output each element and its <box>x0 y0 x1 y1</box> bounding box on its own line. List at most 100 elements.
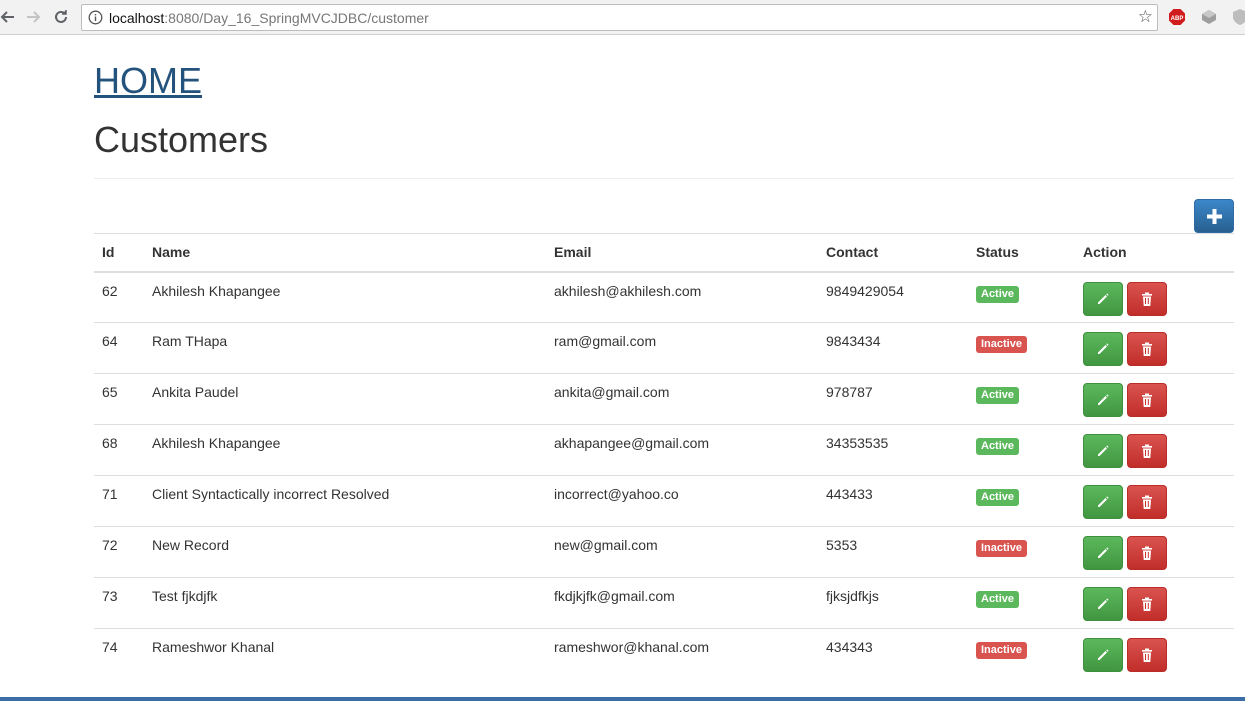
extension-icon[interactable] <box>1200 8 1218 26</box>
add-customer-button[interactable] <box>1194 199 1234 233</box>
forward-arrow-icon[interactable] <box>23 6 45 28</box>
cell-name: Akhilesh Khapangee <box>144 424 546 476</box>
info-icon[interactable] <box>88 10 103 25</box>
cell-id: 64 <box>94 322 144 374</box>
header-contact: Contact <box>818 233 968 273</box>
table-row: 71 Client Syntactically incorrect Resolve… <box>94 475 1234 527</box>
cell-status: Active <box>968 475 1075 527</box>
plus-icon <box>1207 209 1222 224</box>
svg-text:ABP: ABP <box>1171 16 1184 22</box>
table-row: 68 Akhilesh Khapangee akhapangee@gmail.com… <box>94 424 1234 476</box>
cell-contact: 9843434 <box>818 322 968 374</box>
table-row: 72 New Record new@gmail.com 5353 Inactive <box>94 526 1234 578</box>
cell-id: 74 <box>102 639 118 655</box>
home-link[interactable]: HOME <box>94 60 202 102</box>
browser-toolbar: localhost:8080/Day_16_SpringMVCJDBC/cust… <box>0 0 1245 35</box>
address-bar[interactable]: localhost:8080/Day_16_SpringMVCJDBC/cust… <box>81 4 1158 31</box>
cell-contact: 34353535 <box>818 424 968 476</box>
cell-email: incorrect@yahoo.co <box>546 475 818 527</box>
cell-contact: 5353 <box>818 526 968 578</box>
cell-email: ram@gmail.com <box>546 322 818 374</box>
status-badge: Inactive <box>976 642 1027 659</box>
table-row: 74 Rameshwor Khanal rameshwor@khanal.com 43… <box>94 629 1234 680</box>
cell-email: new@gmail.com <box>546 526 818 578</box>
customers-table: Id Name Email Contact Status Action 62 Ak… <box>94 233 1234 680</box>
shield-icon[interactable] <box>1231 8 1245 26</box>
cell-name: Ankita Paudel <box>144 373 546 425</box>
table-row: 65 Ankita Paudel ankita@gmail.com 978787 Act… <box>94 373 1234 425</box>
status-badge: Inactive <box>976 336 1027 353</box>
table-row: 73 Test fjkdjfk fkdjkjfk@gmail.com fjksjdfk… <box>94 577 1234 629</box>
cell-name: Client Syntactically incorrect Resolved <box>144 475 546 527</box>
status-badge: Active <box>976 489 1020 506</box>
cell-action <box>1075 475 1234 527</box>
cell-contact: 9849429054 <box>818 271 968 323</box>
delete-button[interactable] <box>1126 434 1167 468</box>
status-badge: Inactive <box>976 540 1027 557</box>
table-header-row: Id Name Email Contact Status Action <box>94 233 1234 273</box>
cell-action <box>1075 424 1234 476</box>
reload-icon[interactable] <box>50 6 72 28</box>
page-title: Customers <box>94 119 269 160</box>
status-badge: Active <box>976 285 1020 303</box>
cell-name: Ram THapa <box>144 322 546 374</box>
cell-id: 62 <box>94 271 144 323</box>
delete-button[interactable] <box>1126 638 1167 672</box>
edit-button[interactable] <box>1083 332 1123 366</box>
status-badge: Active <box>976 438 1020 455</box>
header-id: Id <box>94 233 144 273</box>
delete-button[interactable] <box>1126 587 1167 621</box>
cell-status: Active <box>968 424 1075 476</box>
taskbar-strip <box>0 697 1245 701</box>
cell-contact: 443433 <box>818 475 968 527</box>
cell-id: 72 <box>94 526 144 578</box>
status-badge: Active <box>976 387 1020 404</box>
cell-name: Test fjkdjfk <box>144 577 546 629</box>
cell-email: akhapangee@gmail.com <box>546 424 818 476</box>
delete-button[interactable] <box>1126 485 1167 519</box>
edit-button[interactable] <box>1083 281 1123 316</box>
cell-contact: fjksjdfkjs <box>818 577 968 629</box>
abp-icon[interactable]: ABP <box>1168 8 1186 26</box>
edit-button[interactable] <box>1083 383 1123 417</box>
table-body: 62 Akhilesh Khapangee akhilesh@akhilesh.co… <box>94 271 1234 680</box>
header-action: Action <box>1075 233 1234 273</box>
delete-button[interactable] <box>1126 536 1167 570</box>
cell-contact: 434343 <box>826 639 873 655</box>
cell-email: rameshwor@khanal.com <box>554 639 710 655</box>
cell-id: 68 <box>94 424 144 476</box>
cell-status: Inactive <box>968 629 1075 680</box>
table-row: 64 Ram THapa ram@gmail.com 9843434 Inactive <box>94 322 1234 374</box>
cell-action <box>1075 271 1234 323</box>
cell-email: akhilesh@akhilesh.com <box>546 271 818 323</box>
delete-button[interactable] <box>1126 383 1167 417</box>
header-status: Status <box>968 233 1075 273</box>
cell-id: 73 <box>94 577 144 629</box>
cell-email: ankita@gmail.com <box>546 373 818 425</box>
cell-status: Active <box>968 271 1075 323</box>
cell-status: Active <box>968 373 1075 425</box>
cell-name: Rameshwor Khanal <box>152 639 275 655</box>
delete-button[interactable] <box>1126 281 1167 316</box>
edit-button[interactable] <box>1083 638 1123 672</box>
cell-name: Akhilesh Khapangee <box>144 271 546 323</box>
status-badge: Active <box>976 591 1020 608</box>
back-arrow-icon[interactable] <box>0 6 18 28</box>
delete-button[interactable] <box>1126 332 1167 366</box>
edit-button[interactable] <box>1083 587 1123 621</box>
cell-action <box>1075 322 1234 374</box>
cell-action <box>1075 577 1234 629</box>
cell-action <box>1075 629 1234 680</box>
title-divider <box>94 178 1234 179</box>
edit-button[interactable] <box>1083 536 1123 570</box>
cell-contact: 978787 <box>818 373 968 425</box>
url-text: localhost:8080/Day_16_SpringMVCJDBC/cust… <box>109 10 429 26</box>
cell-name: New Record <box>144 526 546 578</box>
cell-action <box>1075 373 1234 425</box>
cell-id: 65 <box>94 373 144 425</box>
cell-action <box>1075 526 1234 578</box>
bookmark-star-icon[interactable]: ☆ <box>1138 7 1153 27</box>
cell-id: 71 <box>94 475 144 527</box>
edit-button[interactable] <box>1083 434 1123 468</box>
edit-button[interactable] <box>1083 485 1123 519</box>
